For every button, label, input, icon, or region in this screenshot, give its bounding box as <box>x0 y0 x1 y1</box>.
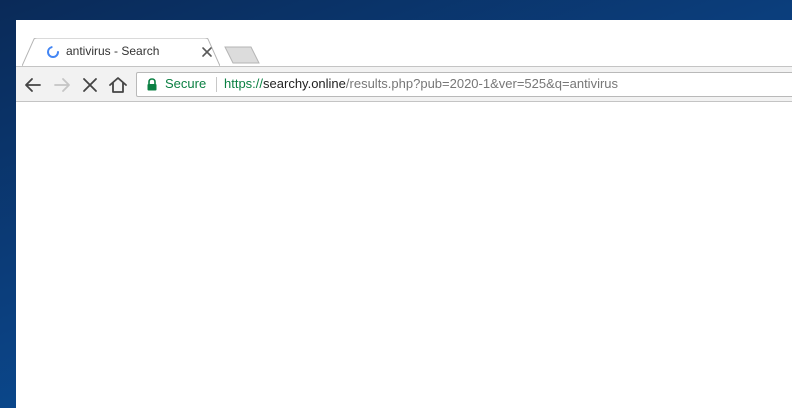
tab-strip: antivirus - Search <box>16 20 792 66</box>
url-path: /results.php?pub=2020-1&ver=525&q=antivi… <box>345 76 619 91</box>
url-text[interactable]: https://searchy.online/results.php?pub=2… <box>224 76 618 91</box>
stop-loading-icon[interactable] <box>79 74 101 96</box>
browser-toolbar: Secure https://searchy.online/results.ph… <box>16 66 792 102</box>
lock-icon <box>147 78 157 91</box>
tab-active[interactable]: antivirus - Search <box>22 38 220 66</box>
browser-window: antivirus - Search Secure https://search… <box>16 20 792 408</box>
secure-label[interactable]: Secure <box>165 76 206 91</box>
tab-title: antivirus - Search <box>66 44 160 58</box>
url-host: searchy.online <box>263 76 346 91</box>
home-icon[interactable] <box>107 74 129 96</box>
page-content <box>16 102 792 408</box>
forward-arrow-icon[interactable] <box>51 74 73 96</box>
address-bar[interactable]: Secure https://searchy.online/results.ph… <box>136 72 792 97</box>
close-icon[interactable] <box>200 45 214 59</box>
url-scheme: https:// <box>224 76 264 91</box>
back-arrow-icon[interactable] <box>22 74 44 96</box>
omnibox-divider <box>216 77 217 92</box>
loading-spinner-icon <box>47 46 59 58</box>
new-tab-icon[interactable] <box>224 46 260 64</box>
